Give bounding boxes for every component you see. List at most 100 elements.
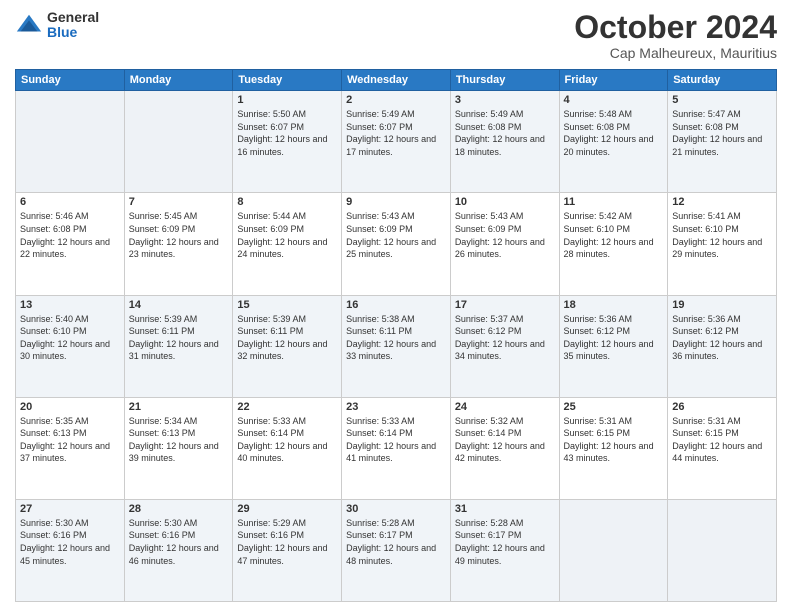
- calendar-header-row: Sunday Monday Tuesday Wednesday Thursday…: [16, 70, 777, 91]
- table-row: [16, 91, 125, 193]
- cell-info: Sunrise: 5:39 AM Sunset: 6:11 PM Dayligh…: [237, 313, 337, 363]
- logo-icon: [15, 11, 43, 39]
- table-row: 7 Sunrise: 5:45 AM Sunset: 6:09 PM Daylig…: [124, 193, 233, 295]
- table-row: [124, 91, 233, 193]
- cell-info: Sunrise: 5:38 AM Sunset: 6:11 PM Dayligh…: [346, 313, 446, 363]
- cell-info: Sunrise: 5:47 AM Sunset: 6:08 PM Dayligh…: [672, 108, 772, 158]
- day-number: 8: [237, 196, 337, 208]
- day-number: 12: [672, 196, 772, 208]
- table-row: 14 Sunrise: 5:39 AM Sunset: 6:11 PM Dayli…: [124, 295, 233, 397]
- cell-info: Sunrise: 5:31 AM Sunset: 6:15 PM Dayligh…: [564, 415, 664, 465]
- day-number: 13: [20, 299, 120, 311]
- day-number: 25: [564, 401, 664, 413]
- table-row: 17Sunrise: 5:37 AM Sunset: 6:12 PM Dayli…: [450, 295, 559, 397]
- table-row: 3 Sunrise: 5:49 AM Sunset: 6:08 PM Daylig…: [450, 91, 559, 193]
- day-number: 15: [237, 299, 337, 311]
- table-row: 28 Sunrise: 5:30 AM Sunset: 6:16 PM Dayli…: [124, 499, 233, 601]
- table-row: 20Sunrise: 5:35 AM Sunset: 6:13 PM Dayli…: [16, 397, 125, 499]
- day-number: 10: [455, 196, 555, 208]
- day-number: 11: [564, 196, 664, 208]
- cell-info: Sunrise: 5:50 AM Sunset: 6:07 PM Dayligh…: [237, 108, 337, 158]
- cell-info: Sunrise: 5:40 AM Sunset: 6:10 PM Dayligh…: [20, 313, 120, 363]
- table-row: 15 Sunrise: 5:39 AM Sunset: 6:11 PM Dayli…: [233, 295, 342, 397]
- table-row: 12 Sunrise: 5:41 AM Sunset: 6:10 PM Dayli…: [668, 193, 777, 295]
- day-number: 30: [346, 503, 446, 515]
- day-number: 2: [346, 94, 446, 106]
- table-row: 13 Sunrise: 5:40 AM Sunset: 6:10 PM Dayli…: [16, 295, 125, 397]
- cell-info: Sunrise: 5:34 AM Sunset: 6:13 PM Dayligh…: [129, 415, 229, 465]
- day-number: 21: [129, 401, 229, 413]
- calendar-week-row: 13 Sunrise: 5:40 AM Sunset: 6:10 PM Dayli…: [16, 295, 777, 397]
- cell-info: Sunrise: 5:30 AM Sunset: 6:16 PM Dayligh…: [20, 517, 120, 567]
- cell-info: Sunrise: 5:41 AM Sunset: 6:10 PM Dayligh…: [672, 210, 772, 260]
- cell-info: Sunrise: 5:49 AM Sunset: 6:08 PM Dayligh…: [455, 108, 555, 158]
- day-number: 1: [237, 94, 337, 106]
- cell-info: Sunrise: 5:30 AM Sunset: 6:16 PM Dayligh…: [129, 517, 229, 567]
- day-number: 4: [564, 94, 664, 106]
- day-number: 6: [20, 196, 120, 208]
- table-row: 19 Sunrise: 5:36 AM Sunset: 6:12 PM Dayli…: [668, 295, 777, 397]
- table-row: 2Sunrise: 5:49 AM Sunset: 6:07 PM Daylig…: [342, 91, 451, 193]
- day-number: 20: [20, 401, 120, 413]
- logo: General Blue: [15, 10, 99, 41]
- col-sunday: Sunday: [16, 70, 125, 91]
- day-number: 9: [346, 196, 446, 208]
- table-row: 10 Sunrise: 5:43 AM Sunset: 6:09 PM Dayli…: [450, 193, 559, 295]
- logo-general-text: General: [47, 10, 99, 25]
- day-number: 5: [672, 94, 772, 106]
- day-number: 31: [455, 503, 555, 515]
- col-friday: Friday: [559, 70, 668, 91]
- col-saturday: Saturday: [668, 70, 777, 91]
- day-number: 7: [129, 196, 229, 208]
- calendar-week-row: 6Sunrise: 5:46 AM Sunset: 6:08 PM Daylig…: [16, 193, 777, 295]
- table-row: [668, 499, 777, 601]
- cell-info: Sunrise: 5:28 AM Sunset: 6:17 PM Dayligh…: [346, 517, 446, 567]
- day-number: 26: [672, 401, 772, 413]
- month-title: October 2024: [574, 10, 777, 45]
- day-number: 18: [564, 299, 664, 311]
- day-number: 27: [20, 503, 120, 515]
- table-row: 18Sunrise: 5:36 AM Sunset: 6:12 PM Dayli…: [559, 295, 668, 397]
- logo-blue-text: Blue: [47, 25, 99, 40]
- day-number: 28: [129, 503, 229, 515]
- calendar-week-row: 27 Sunrise: 5:30 AM Sunset: 6:16 PM Dayli…: [16, 499, 777, 601]
- table-row: 9 Sunrise: 5:43 AM Sunset: 6:09 PM Daylig…: [342, 193, 451, 295]
- logo-text: General Blue: [47, 10, 99, 41]
- table-row: 27 Sunrise: 5:30 AM Sunset: 6:16 PM Dayli…: [16, 499, 125, 601]
- title-block: October 2024 Cap Malheureux, Mauritius: [574, 10, 777, 61]
- table-row: 29Sunrise: 5:29 AM Sunset: 6:16 PM Dayli…: [233, 499, 342, 601]
- table-row: 21 Sunrise: 5:34 AM Sunset: 6:13 PM Dayli…: [124, 397, 233, 499]
- table-row: 22 Sunrise: 5:33 AM Sunset: 6:14 PM Dayli…: [233, 397, 342, 499]
- cell-info: Sunrise: 5:48 AM Sunset: 6:08 PM Dayligh…: [564, 108, 664, 158]
- table-row: 24Sunrise: 5:32 AM Sunset: 6:14 PM Dayli…: [450, 397, 559, 499]
- header: General Blue October 2024 Cap Malheureux…: [15, 10, 777, 61]
- day-number: 3: [455, 94, 555, 106]
- table-row: 1 Sunrise: 5:50 AM Sunset: 6:07 PM Daylig…: [233, 91, 342, 193]
- cell-info: Sunrise: 5:39 AM Sunset: 6:11 PM Dayligh…: [129, 313, 229, 363]
- cell-info: Sunrise: 5:28 AM Sunset: 6:17 PM Dayligh…: [455, 517, 555, 567]
- table-row: 30 Sunrise: 5:28 AM Sunset: 6:17 PM Dayli…: [342, 499, 451, 601]
- day-number: 22: [237, 401, 337, 413]
- table-row: 4 Sunrise: 5:48 AM Sunset: 6:08 PM Daylig…: [559, 91, 668, 193]
- cell-info: Sunrise: 5:44 AM Sunset: 6:09 PM Dayligh…: [237, 210, 337, 260]
- cell-info: Sunrise: 5:33 AM Sunset: 6:14 PM Dayligh…: [346, 415, 446, 465]
- cell-info: Sunrise: 5:43 AM Sunset: 6:09 PM Dayligh…: [346, 210, 446, 260]
- cell-info: Sunrise: 5:36 AM Sunset: 6:12 PM Dayligh…: [672, 313, 772, 363]
- table-row: 31 Sunrise: 5:28 AM Sunset: 6:17 PM Dayli…: [450, 499, 559, 601]
- col-tuesday: Tuesday: [233, 70, 342, 91]
- cell-info: Sunrise: 5:42 AM Sunset: 6:10 PM Dayligh…: [564, 210, 664, 260]
- table-row: 25 Sunrise: 5:31 AM Sunset: 6:15 PM Dayli…: [559, 397, 668, 499]
- day-number: 19: [672, 299, 772, 311]
- cell-info: Sunrise: 5:33 AM Sunset: 6:14 PM Dayligh…: [237, 415, 337, 465]
- calendar-week-row: 20Sunrise: 5:35 AM Sunset: 6:13 PM Dayli…: [16, 397, 777, 499]
- calendar-week-row: 1 Sunrise: 5:50 AM Sunset: 6:07 PM Daylig…: [16, 91, 777, 193]
- table-row: 5 Sunrise: 5:47 AM Sunset: 6:08 PM Daylig…: [668, 91, 777, 193]
- table-row: 16 Sunrise: 5:38 AM Sunset: 6:11 PM Dayli…: [342, 295, 451, 397]
- day-number: 16: [346, 299, 446, 311]
- cell-info: Sunrise: 5:43 AM Sunset: 6:09 PM Dayligh…: [455, 210, 555, 260]
- col-thursday: Thursday: [450, 70, 559, 91]
- calendar-table: Sunday Monday Tuesday Wednesday Thursday…: [15, 69, 777, 602]
- day-number: 14: [129, 299, 229, 311]
- cell-info: Sunrise: 5:45 AM Sunset: 6:09 PM Dayligh…: [129, 210, 229, 260]
- cell-info: Sunrise: 5:31 AM Sunset: 6:15 PM Dayligh…: [672, 415, 772, 465]
